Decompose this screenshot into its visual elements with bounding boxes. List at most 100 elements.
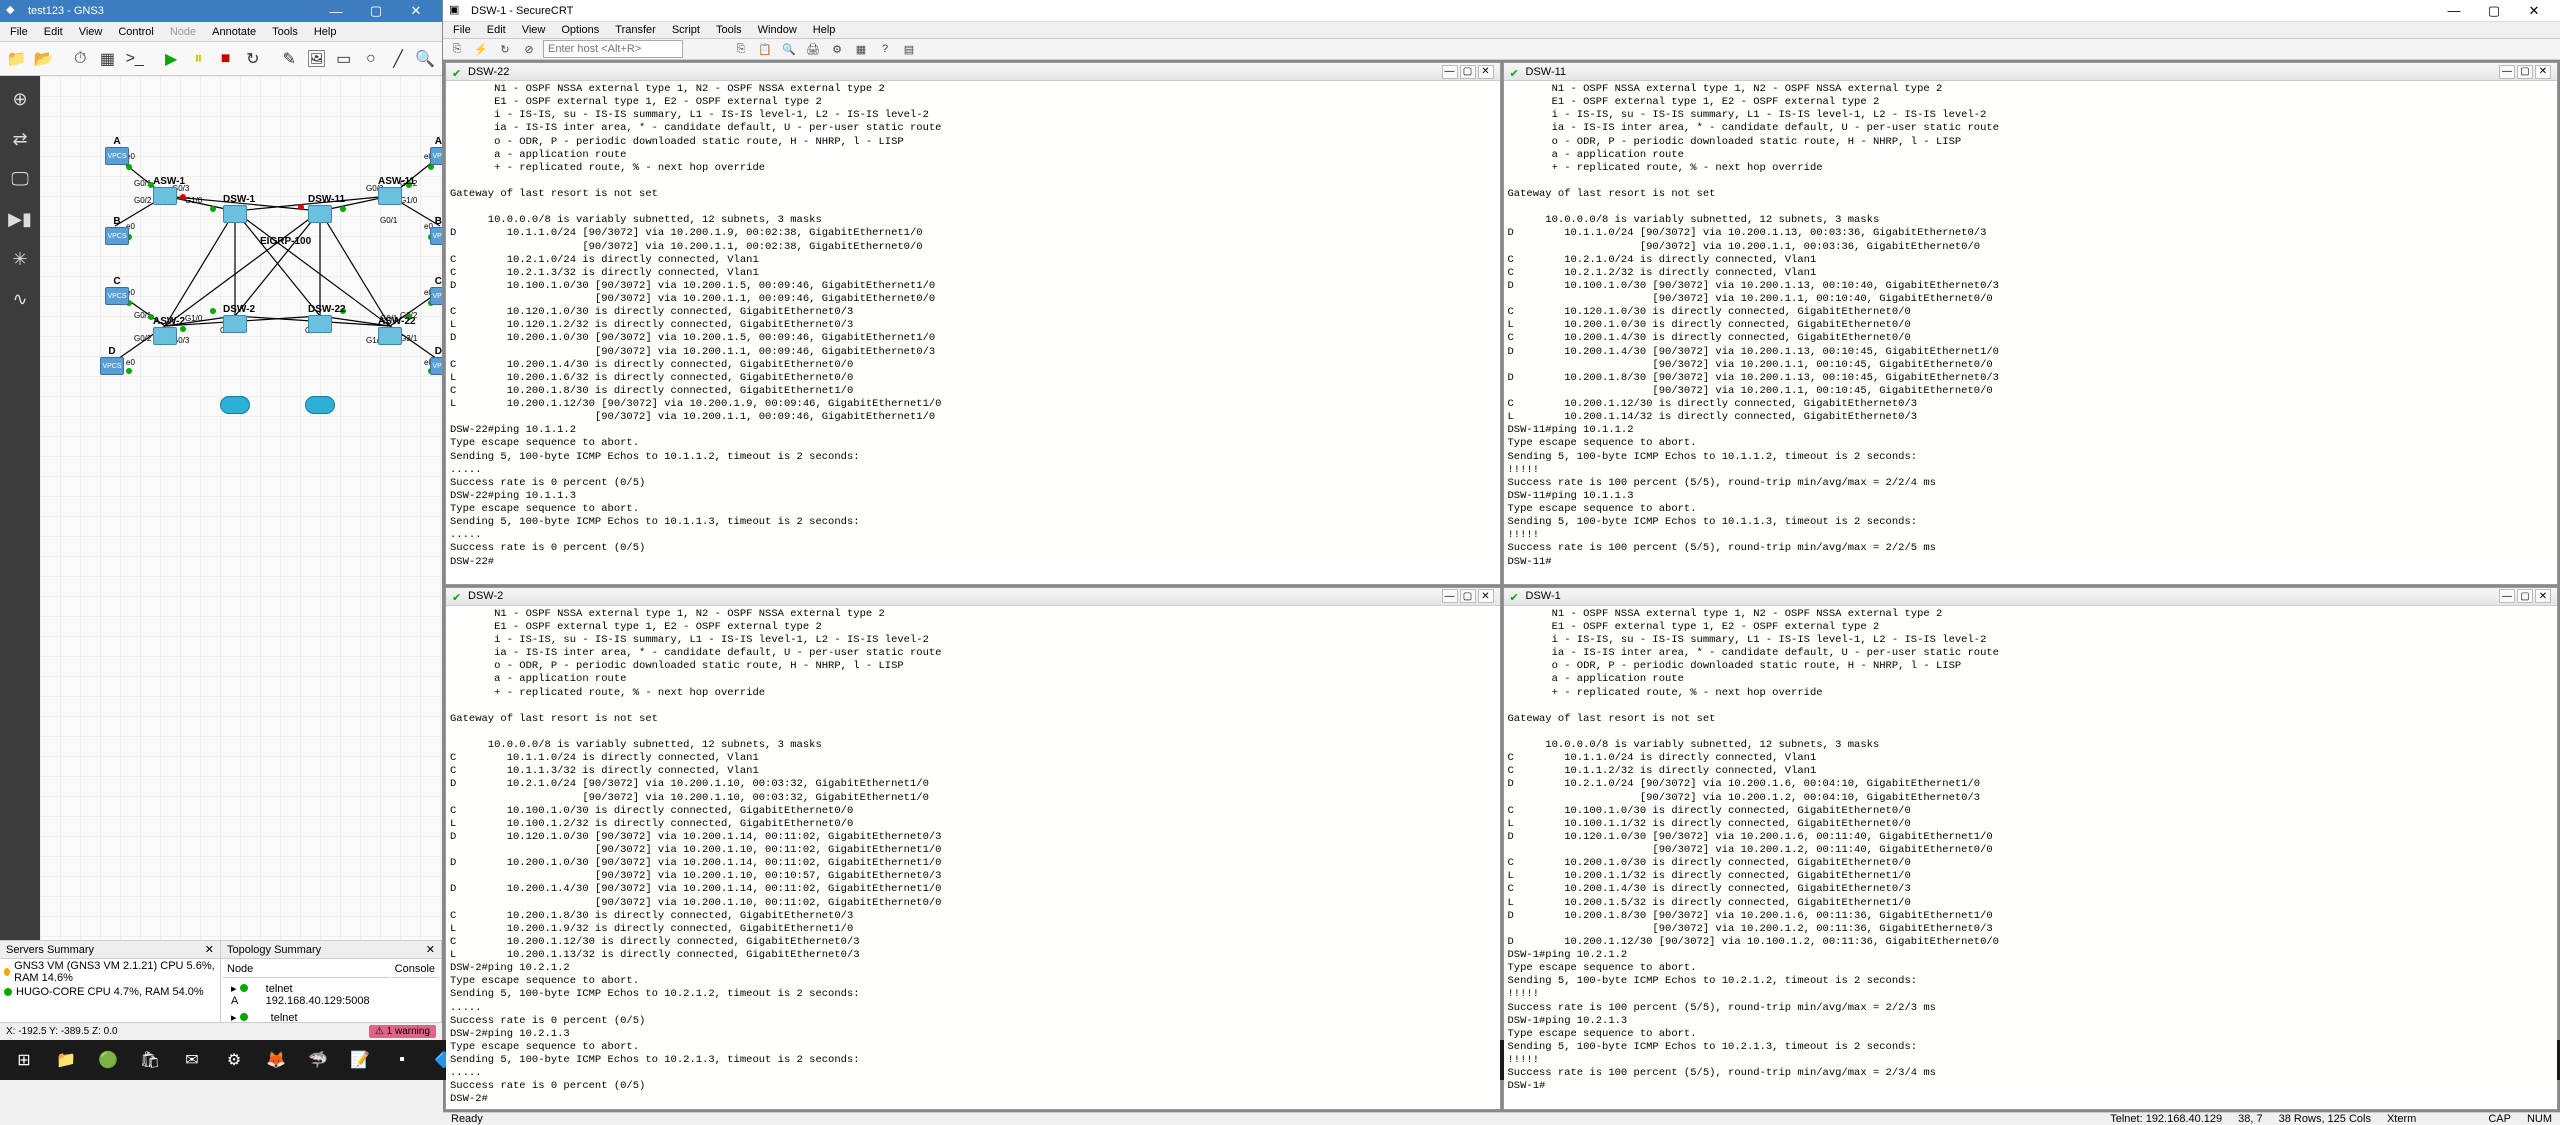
close-button[interactable]: ✕ (396, 0, 436, 22)
terminal-output[interactable]: N1 - OSPF NSSA external type 1, N2 - OSP… (1504, 606, 2558, 1096)
crt-menu-window[interactable]: Window (752, 22, 803, 38)
session-min-icon[interactable]: — (1442, 589, 1458, 603)
connect-icon[interactable]: ⎘ (447, 39, 467, 59)
minimize-button[interactable]: — (316, 0, 356, 22)
settings-icon[interactable]: ⚙ (214, 1040, 254, 1080)
server-row[interactable]: GNS3 VM (GNS3 VM 2.1.21) CPU 5.6%, RAM 1… (0, 959, 220, 985)
menu-help[interactable]: Help (308, 24, 343, 40)
host-input[interactable] (543, 40, 683, 58)
explorer-icon[interactable]: 📁 (46, 1040, 86, 1080)
node-dsw22[interactable]: DSW-22 (308, 304, 346, 338)
notepadpp-icon[interactable]: 📝 (340, 1040, 380, 1080)
terminal-output[interactable]: N1 - OSPF NSSA external type 1, N2 - OSP… (1504, 81, 2558, 571)
crt-menu-view[interactable]: View (516, 22, 552, 38)
new-project-icon[interactable]: 📁 (4, 45, 29, 73)
node-b[interactable]: BVPCS (105, 216, 129, 245)
crt-menu-options[interactable]: Options (555, 22, 605, 38)
wireshark-icon[interactable]: 🦈 (298, 1040, 338, 1080)
dock-all-icon[interactable]: ✳ (3, 242, 37, 276)
session-max-icon[interactable]: ▢ (2517, 589, 2533, 603)
topo-row[interactable]: ▸ AAtelnet 192.168.40.129:5028 (223, 1009, 389, 1022)
menu-node[interactable]: Node (164, 24, 202, 40)
annotate-icon[interactable]: ✎ (277, 45, 302, 73)
dock-security-icon[interactable]: ▶▮ (3, 202, 37, 236)
crt-menu-script[interactable]: Script (666, 22, 706, 38)
terminal-output[interactable]: N1 - OSPF NSSA external type 1, N2 - OSP… (446, 606, 1500, 1109)
session-close-icon[interactable]: ✕ (1478, 65, 1494, 79)
session-min-icon[interactable]: — (2499, 65, 2515, 79)
menu-file[interactable]: File (4, 24, 34, 40)
crt-menu-tools[interactable]: Tools (710, 22, 748, 38)
print-icon[interactable]: 🖨 (803, 39, 823, 59)
ellipse-icon[interactable]: ○ (358, 45, 383, 73)
store-icon[interactable]: 🛍 (130, 1040, 170, 1080)
topo-row[interactable]: ▸ Atelnet 192.168.40.129:5008 (223, 980, 389, 1009)
session-tab-label[interactable]: DSW-22 (468, 66, 509, 78)
session-min-icon[interactable]: — (2499, 589, 2515, 603)
node-asw1[interactable]: ASW-1 (153, 176, 185, 210)
disconnect-icon[interactable]: ⊘ (519, 39, 539, 59)
session-close-icon[interactable]: ✕ (2535, 65, 2551, 79)
dock-link-icon[interactable]: ∿ (3, 282, 37, 316)
crt-menu-file[interactable]: File (447, 22, 477, 38)
layers-icon[interactable]: ▦ (95, 45, 120, 73)
session-tab-label[interactable]: DSW-1 (1526, 590, 1561, 602)
snapshot-icon[interactable]: ⏱ (68, 45, 93, 73)
node-router1[interactable] (220, 396, 250, 414)
topology-canvas[interactable]: e0 G0/1 G0/2 G0/3 G1/0 G0/2 G1/0 G0/3 G0… (40, 76, 442, 940)
firefox-icon[interactable]: 🦊 (256, 1040, 296, 1080)
node-router2[interactable] (305, 396, 335, 414)
copy-icon[interactable]: ⎘ (731, 39, 751, 59)
panel-close-icon[interactable]: ✕ (426, 943, 435, 956)
crt-menu-edit[interactable]: Edit (481, 22, 512, 38)
line-icon[interactable]: ╱ (385, 45, 410, 73)
node-c[interactable]: CVPCS (105, 276, 129, 305)
console-icon[interactable]: >_ (122, 45, 147, 73)
session-tab-label[interactable]: DSW-11 (1526, 66, 1567, 78)
open-project-icon[interactable]: 📂 (31, 45, 56, 73)
reconnect-icon[interactable]: ↻ (495, 39, 515, 59)
menu-edit[interactable]: Edit (38, 24, 69, 40)
quick-connect-icon[interactable]: ⚡ (471, 39, 491, 59)
minimize-button[interactable]: — (2434, 0, 2474, 22)
menu-view[interactable]: View (73, 24, 109, 40)
gns3-titlebar[interactable]: ◆ test123 - GNS3 — ▢ ✕ (0, 0, 442, 22)
warning-badge[interactable]: ⚠ 1 warning (369, 1025, 436, 1038)
menu-control[interactable]: Control (112, 24, 159, 40)
dock-hosts-icon[interactable]: 🖵 (3, 162, 37, 196)
panel-close-icon[interactable]: ✕ (205, 943, 214, 956)
crt-menu-help[interactable]: Help (807, 22, 842, 38)
node-bb[interactable]: BBVPCS (430, 216, 442, 245)
reload-icon[interactable]: ↻ (240, 45, 265, 73)
session-min-icon[interactable]: — (1442, 65, 1458, 79)
node-dd[interactable]: DDVPCS (430, 346, 442, 375)
start-button[interactable]: ⊞ (4, 1040, 44, 1080)
node-a[interactable]: AVPCS (105, 136, 129, 165)
session-close-icon[interactable]: ✕ (1478, 589, 1494, 603)
maximize-button[interactable]: ▢ (2474, 0, 2514, 22)
zoom-icon[interactable]: 🔍 (413, 45, 438, 73)
start-icon[interactable]: ▶ (159, 45, 184, 73)
menu-annotate[interactable]: Annotate (206, 24, 262, 40)
session-max-icon[interactable]: ▢ (1460, 65, 1476, 79)
node-dsw2[interactable]: DSW-2 (223, 304, 255, 338)
crt-titlebar[interactable]: ▣ DSW-1 - SecureCRT — ▢ ✕ (443, 0, 2560, 22)
mail-icon[interactable]: ✉ (172, 1040, 212, 1080)
toolbar-toggle-icon[interactable]: ▤ (899, 39, 919, 59)
session-tab-label[interactable]: DSW-2 (468, 590, 503, 602)
paste-icon[interactable]: 📋 (755, 39, 775, 59)
dock-routers-icon[interactable]: ⊕ (3, 82, 37, 116)
image-icon[interactable]: 🖼 (304, 45, 329, 73)
node-asw11[interactable]: ASW-11 (378, 176, 415, 210)
session-max-icon[interactable]: ▢ (1460, 589, 1476, 603)
terminal-icon[interactable]: ▪ (382, 1040, 422, 1080)
sessions-icon[interactable]: ▦ (851, 39, 871, 59)
pause-icon[interactable]: ⏸ (186, 45, 211, 73)
node-dsw11[interactable]: DSW-11 (308, 194, 345, 228)
session-max-icon[interactable]: ▢ (2517, 65, 2533, 79)
stop-icon[interactable]: ■ (213, 45, 238, 73)
maximize-button[interactable]: ▢ (356, 0, 396, 22)
server-row[interactable]: HUGO-CORE CPU 4.7%, RAM 54.0% (0, 985, 220, 999)
menu-tools[interactable]: Tools (266, 24, 304, 40)
node-aa[interactable]: AAVPCS (430, 136, 442, 165)
